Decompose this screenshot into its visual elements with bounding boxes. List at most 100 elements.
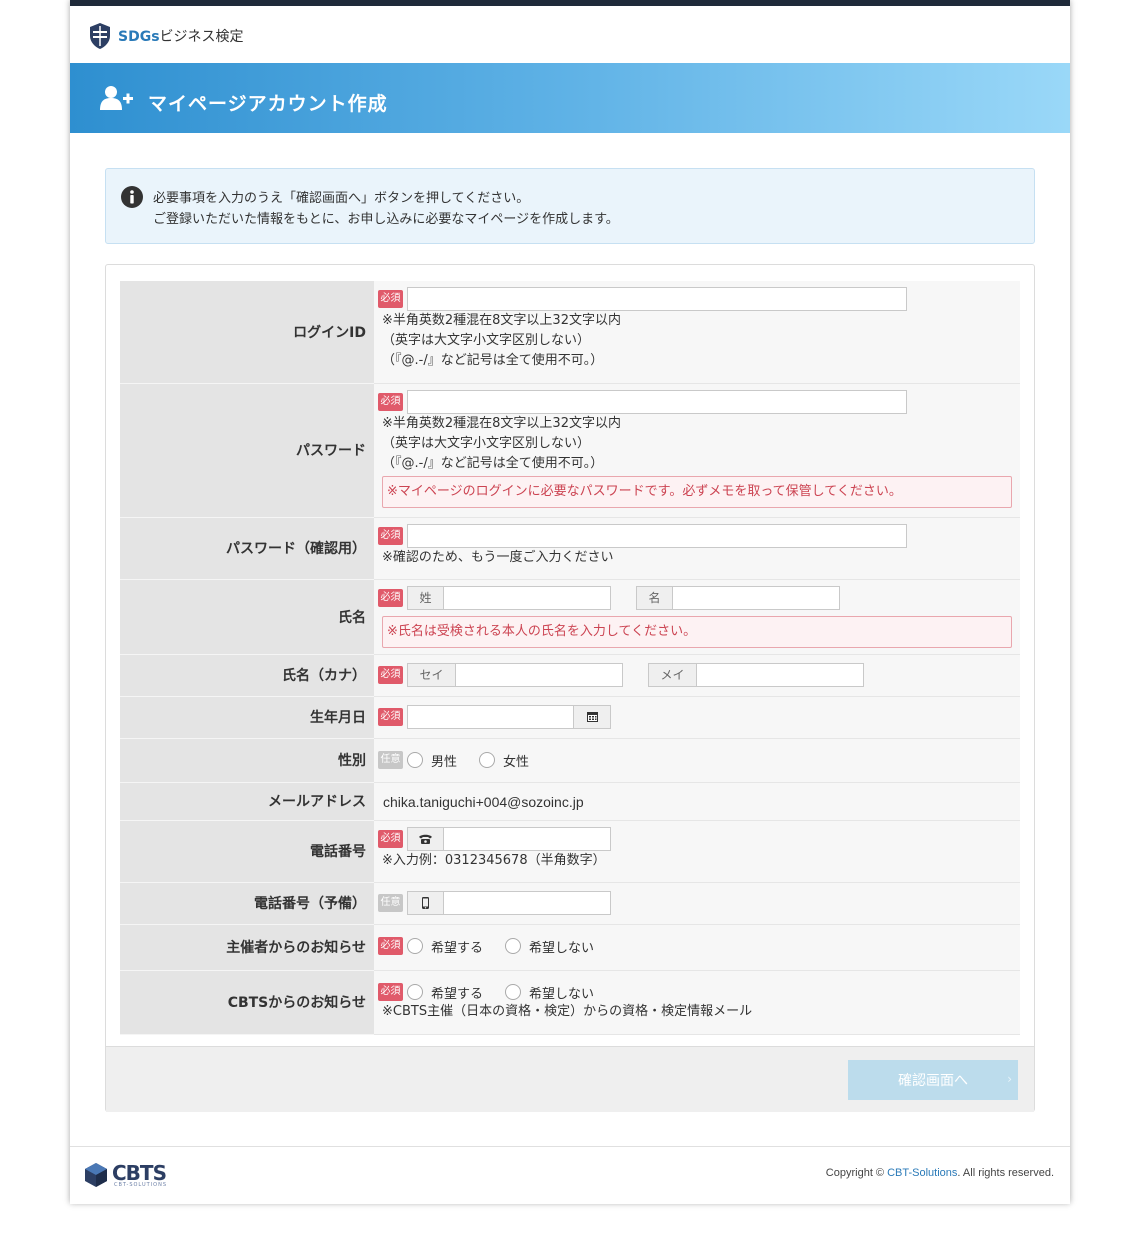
logo-text: SDGsビジネス検定 — [118, 29, 244, 45]
password-confirm-label: パスワード（確認用） — [120, 517, 374, 580]
required-badge: 必須 — [378, 707, 403, 726]
password-input[interactable] — [407, 389, 907, 414]
mobile-addon — [407, 890, 444, 915]
cube-icon — [85, 1162, 107, 1187]
phone-label: 電話番号 — [120, 820, 374, 883]
calendar-button[interactable] — [574, 704, 611, 729]
gender-label: 性別 — [120, 738, 374, 783]
cbts-logo[interactable]: CBTS CBT-SOLUTIONS — [84, 1161, 167, 1188]
required-badge: 必須 — [378, 588, 403, 607]
name-warning: ※氏名は受検される本人の氏名を入力してください。 — [382, 615, 1012, 648]
required-badge: 必須 — [378, 829, 403, 848]
organizer-no-label: 希望しない — [529, 940, 595, 956]
row-email: メールアドレス chika.taniguchi+004@sozoinc.jp — [120, 782, 1020, 821]
required-badge: 必須 — [378, 937, 403, 955]
password-note-1: ※半角英数2種混在8文字以上32文字以内 — [382, 415, 621, 431]
row-name: 氏名 必須 姓 名 ※氏名は受検される本人の氏名を入力してください。 — [120, 579, 1020, 655]
phone-spare-label: 電話番号（予備） — [120, 882, 374, 925]
password-confirm-note: ※確認のため、もう一度ご入力ください — [382, 549, 614, 565]
optional-badge: 任意 — [378, 751, 403, 769]
row-phone: 電話番号 必須 ※入力例：0312345678（半角数字） — [120, 820, 1020, 883]
form-footer: 確認画面へ › — [106, 1046, 1034, 1112]
login-id-input[interactable] — [407, 287, 907, 311]
form-table: ログインID 必須 ※半角英数2種混在8文字以上32文字以内 （英字は大文字小文… — [120, 281, 1020, 1035]
phone-input[interactable] — [444, 826, 611, 851]
page-title: マイページアカウント作成 — [148, 93, 388, 115]
cbts-no-label: 希望しない — [529, 986, 595, 1002]
telephone-icon — [419, 834, 432, 844]
cbts-yes-radio[interactable] — [407, 984, 423, 1000]
page: SDGsビジネス検定 マイページアカウント作成 必要事項を入力のうえ「確認画面へ… — [70, 0, 1070, 1204]
mobile-phone-icon — [422, 896, 429, 909]
row-name-kana: 氏名（カナ） 必須 セイ メイ — [120, 654, 1020, 697]
required-badge: 必須 — [378, 290, 403, 308]
login-id-note-2: （英字は大文字小文字区別しない） — [382, 333, 591, 348]
birthday-label: 生年月日 — [120, 696, 374, 739]
add-user-icon — [100, 86, 133, 110]
login-id-note-1: ※半角英数2種混在8文字以上32文字以内 — [382, 313, 621, 328]
phone-addon — [407, 826, 444, 851]
phone-note: ※入力例：0312345678（半角数字） — [382, 852, 606, 868]
globe-shield-icon — [90, 23, 110, 49]
confirm-button-label: 確認画面へ — [898, 1073, 968, 1089]
gender-male-label: 男性 — [431, 754, 458, 770]
cbts-no-radio[interactable] — [505, 984, 522, 1000]
email-value: chika.taniguchi+004@sozoinc.jp — [383, 793, 584, 810]
password-warning: ※マイページのログインに必要なパスワードです。必ずメモを取って保管してください。 — [382, 475, 1012, 508]
first-name-addon: 名 — [636, 585, 673, 610]
cbts-notice-label: CBTSからのお知らせ — [120, 970, 374, 1035]
row-login-id: ログインID 必須 ※半角英数2種混在8文字以上32文字以内 （英字は大文字小文… — [120, 281, 1020, 384]
registration-form: ログインID 必須 ※半角英数2種混在8文字以上32文字以内 （英字は大文字小文… — [105, 264, 1035, 1112]
login-id-note-3: （『@.-/』など記号は全て使用不可。） — [382, 353, 604, 368]
kana-last-input[interactable] — [456, 662, 623, 687]
kana-last-addon: セイ — [407, 662, 456, 687]
info-icon — [121, 186, 143, 208]
calendar-icon — [586, 712, 598, 722]
gender-male-radio[interactable] — [407, 752, 423, 768]
cbts-logo-sub: CBT-SOLUTIONS — [114, 1182, 168, 1188]
required-badge: 必須 — [378, 526, 403, 545]
gender-female-label: 女性 — [503, 754, 530, 770]
row-cbts-notice: CBTSからのお知らせ 必須 希望する 希望しない ※CBTS主催（日本の資格・… — [120, 970, 1020, 1035]
cbts-yes-label: 希望する — [431, 986, 484, 1002]
site-footer: CBTS CBT-SOLUTIONS Copyright © CBT-Solut… — [70, 1146, 1070, 1204]
info-line-2: ご登録いただいた情報をもとに、お申し込みに必要なマイページを作成します。 — [153, 212, 619, 227]
copyright: Copyright © CBT-Solutions. All rights re… — [825, 1167, 1054, 1179]
login-id-label: ログインID — [120, 281, 374, 384]
kana-first-addon: メイ — [648, 662, 697, 687]
row-gender: 性別 任意 男性 女性 — [120, 738, 1020, 783]
sdgs-logo[interactable]: SDGsビジネス検定 — [88, 22, 244, 50]
row-organizer-notice: 主催者からのお知らせ 必須 希望する 希望しない — [120, 924, 1020, 971]
optional-badge: 任意 — [378, 893, 403, 912]
birthday-input[interactable] — [407, 704, 574, 729]
last-name-addon: 姓 — [407, 585, 444, 610]
info-line-1: 必要事項を入力のうえ「確認画面へ」ボタンを押してください。 — [153, 191, 530, 206]
gender-female-radio[interactable] — [479, 752, 496, 768]
last-name-input[interactable] — [444, 585, 611, 610]
first-name-input[interactable] — [673, 585, 840, 610]
password-note-3: （『@.-/』など記号は全て使用不可。） — [382, 455, 604, 471]
chevron-right-icon: › — [1007, 1072, 1012, 1086]
organizer-yes-label: 希望する — [431, 940, 484, 956]
cbts-notice-note: ※CBTS主催（日本の資格・検定）からの資格・検定情報メール — [382, 1003, 753, 1019]
password-confirm-input[interactable] — [407, 523, 907, 548]
required-badge: 必須 — [378, 665, 403, 684]
row-birthday: 生年月日 必須 — [120, 696, 1020, 739]
page-banner: マイページアカウント作成 — [70, 63, 1070, 133]
site-header: SDGsビジネス検定 — [70, 6, 1070, 63]
row-password: パスワード 必須 ※半角英数2種混在8文字以上32文字以内 （英字は大文字小文字… — [120, 383, 1020, 518]
info-box: 必要事項を入力のうえ「確認画面へ」ボタンを押してください。 ご登録いただいた情報… — [105, 168, 1035, 244]
password-label: パスワード — [120, 383, 374, 518]
confirm-button[interactable]: 確認画面へ › — [848, 1060, 1018, 1100]
organizer-notice-label: 主催者からのお知らせ — [120, 924, 374, 971]
organizer-no-radio[interactable] — [505, 938, 522, 954]
organizer-yes-radio[interactable] — [407, 938, 423, 954]
cbt-solutions-link[interactable]: CBT-Solutions — [887, 1167, 957, 1179]
required-badge: 必須 — [378, 392, 403, 411]
email-label: メールアドレス — [120, 782, 374, 821]
name-label: 氏名 — [120, 579, 374, 655]
password-note-2: （英字は大文字小文字区別しない） — [382, 435, 591, 451]
phone-spare-input[interactable] — [444, 890, 611, 915]
name-kana-label: 氏名（カナ） — [120, 654, 374, 697]
kana-first-input[interactable] — [697, 662, 864, 687]
